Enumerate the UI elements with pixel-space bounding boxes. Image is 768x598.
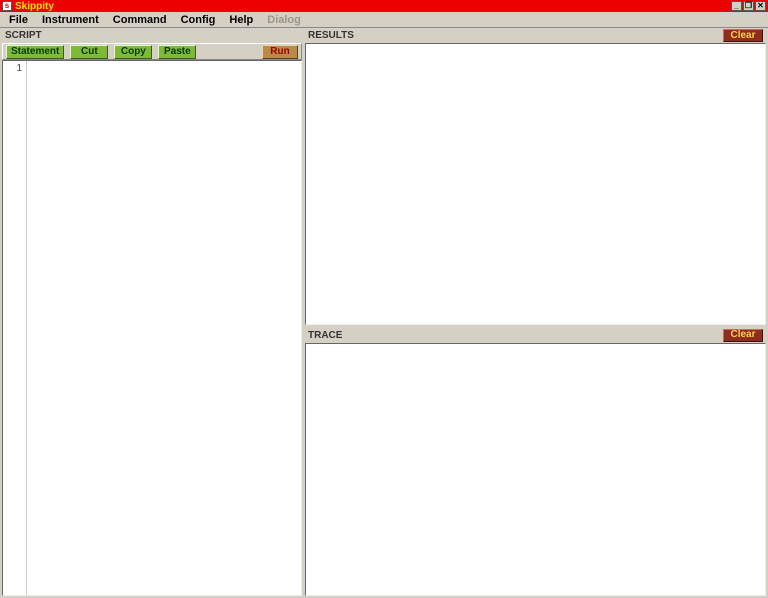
- menu-help[interactable]: Help: [222, 13, 260, 27]
- line-number: 1: [3, 63, 22, 74]
- script-editor-wrap: 1: [2, 60, 302, 596]
- results-output[interactable]: [305, 43, 766, 325]
- paste-button[interactable]: Paste: [158, 45, 196, 59]
- window-title: Skippity: [15, 1, 54, 12]
- script-title: SCRIPT: [5, 30, 42, 41]
- title-bar: s Skippity _ ❐ ✕: [0, 0, 768, 12]
- menu-command[interactable]: Command: [106, 13, 174, 27]
- minimize-button[interactable]: _: [731, 1, 742, 11]
- trace-clear-button[interactable]: Clear: [723, 329, 763, 342]
- run-button[interactable]: Run: [262, 45, 298, 59]
- script-header: SCRIPT: [2, 28, 302, 43]
- line-number-gutter: 1: [3, 61, 27, 595]
- script-toolbar: Statement Cut Copy Paste Run: [2, 43, 302, 60]
- trace-title: TRACE: [308, 330, 342, 341]
- trace-header: TRACE Clear: [305, 328, 766, 343]
- results-clear-button[interactable]: Clear: [723, 29, 763, 42]
- trace-panel: TRACE Clear: [305, 328, 766, 596]
- results-header: RESULTS Clear: [305, 28, 766, 43]
- results-panel: RESULTS Clear: [305, 28, 766, 325]
- copy-button[interactable]: Copy: [114, 45, 152, 59]
- cut-button[interactable]: Cut: [70, 45, 108, 59]
- main-area: SCRIPT Statement Cut Copy Paste Run 1 RE…: [0, 28, 768, 598]
- menu-instrument[interactable]: Instrument: [35, 13, 106, 27]
- script-editor[interactable]: [27, 61, 301, 595]
- menu-bar: File Instrument Command Config Help Dial…: [0, 12, 768, 28]
- script-panel: SCRIPT Statement Cut Copy Paste Run 1: [2, 28, 302, 596]
- menu-config[interactable]: Config: [174, 13, 223, 27]
- menu-file[interactable]: File: [2, 13, 35, 27]
- maximize-button[interactable]: ❐: [743, 1, 754, 11]
- trace-output[interactable]: [305, 343, 766, 596]
- close-button[interactable]: ✕: [755, 1, 766, 11]
- right-column: RESULTS Clear TRACE Clear: [305, 28, 766, 596]
- statement-button[interactable]: Statement: [6, 45, 64, 59]
- results-title: RESULTS: [308, 30, 354, 41]
- menu-dialog: Dialog: [260, 13, 308, 27]
- app-icon: s: [2, 1, 12, 11]
